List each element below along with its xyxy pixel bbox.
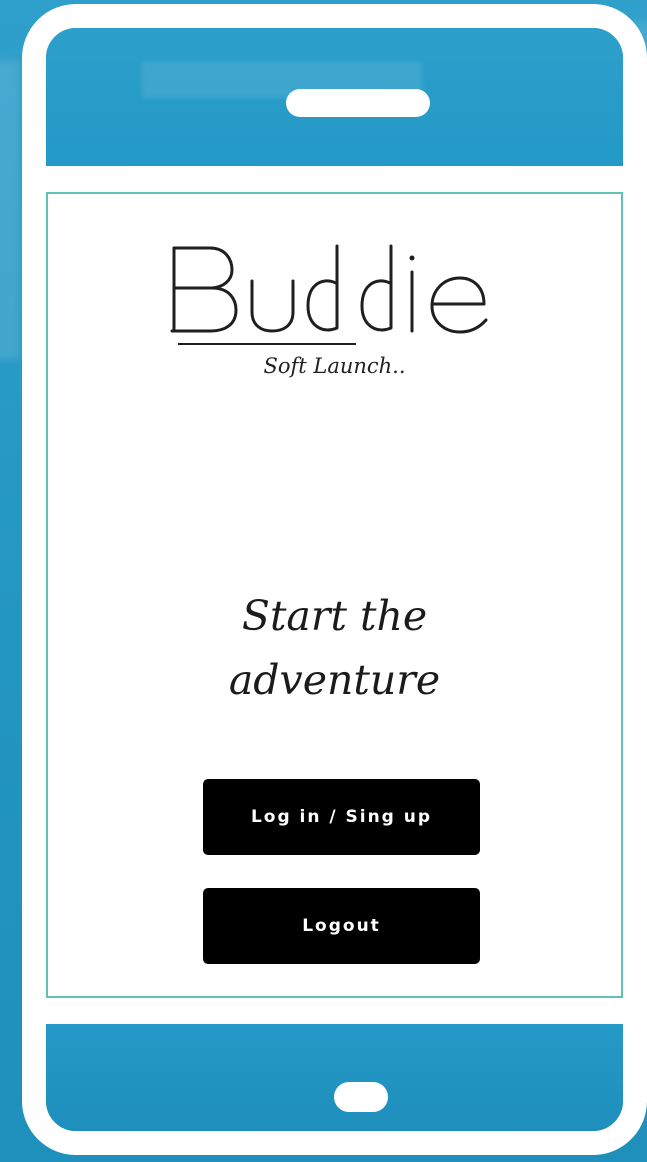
headline-line-2: adventure xyxy=(228,656,441,704)
headline-line-1: Start the xyxy=(241,592,428,640)
phone-top-bezel xyxy=(46,28,623,168)
login-signup-button[interactable]: Log in / Sing up xyxy=(203,779,480,855)
headline: Start the adventure xyxy=(48,584,621,712)
home-button[interactable] xyxy=(334,1082,388,1112)
background-left-blur xyxy=(0,60,20,360)
tagline: Soft Launch.. xyxy=(263,354,406,378)
logout-button[interactable]: Logout xyxy=(203,888,480,964)
speaker-slot xyxy=(286,89,430,117)
buddie-logo xyxy=(166,236,530,346)
top-divider xyxy=(46,166,623,192)
phone-frame: Soft Launch.. Start the adventure Log in… xyxy=(22,4,647,1155)
app-screen: Soft Launch.. Start the adventure Log in… xyxy=(46,192,623,998)
stage: Soft Launch.. Start the adventure Log in… xyxy=(0,0,647,1162)
bottom-divider xyxy=(46,998,623,1024)
buddie-logo-graphic xyxy=(170,244,488,345)
phone-bottom-bezel xyxy=(46,1024,623,1131)
